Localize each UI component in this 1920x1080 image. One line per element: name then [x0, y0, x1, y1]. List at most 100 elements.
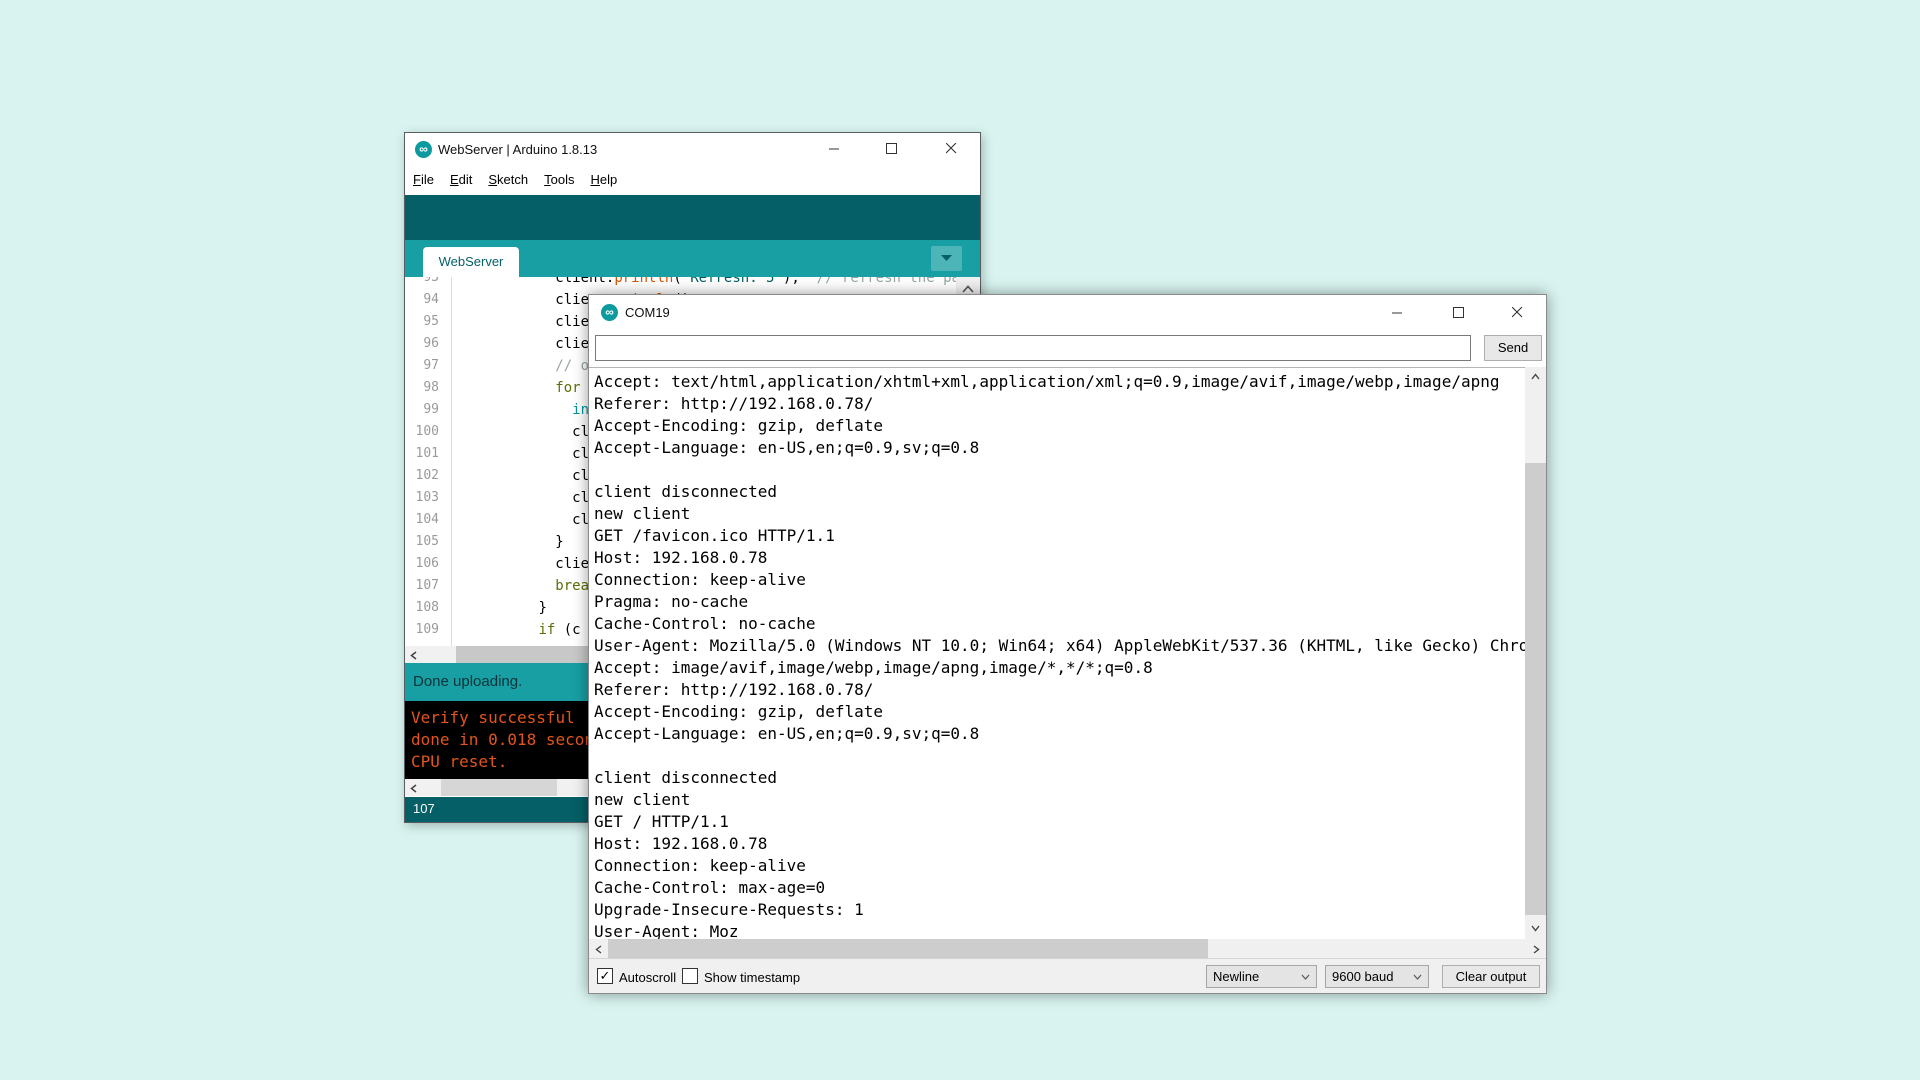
serial-hscroll-left-button[interactable]	[589, 939, 608, 958]
serial-line	[594, 459, 1546, 481]
serial-line: Host: 192.168.0.78	[594, 833, 1546, 855]
serial-controls-bar: Autoscroll Show timestamp Newline 9600 b…	[589, 958, 1546, 993]
chevron-up-icon	[1531, 373, 1540, 380]
serial-hscroll-right-button[interactable]	[1527, 939, 1546, 958]
arduino-logo-icon: ∞	[601, 304, 618, 321]
serial-line: Accept: image/avif,image/webp,image/apng…	[594, 657, 1546, 679]
serial-vscroll-down-button[interactable]	[1525, 919, 1546, 939]
line-number: 108	[405, 597, 445, 619]
close-button[interactable]	[1495, 297, 1540, 329]
chevron-left-icon	[595, 945, 602, 954]
clear-output-button[interactable]: Clear output	[1442, 965, 1540, 988]
chevron-down-icon	[940, 254, 953, 262]
arduino-titlebar[interactable]: ∞ WebServer | Arduino 1.8.13	[405, 133, 980, 167]
maximize-button[interactable]	[1436, 297, 1481, 329]
toolbar	[405, 195, 980, 240]
code-text: break;	[445, 575, 606, 597]
serial-line: Accept-Language: en-US,en;q=0.9,sv;q=0.8	[594, 723, 1546, 745]
baud-rate-select[interactable]: 9600 baud	[1325, 965, 1429, 988]
serial-line: User-Agent: Moz	[594, 921, 1546, 939]
serial-line: Referer: http://192.168.0.78/	[594, 393, 1546, 415]
serial-send-input[interactable]	[595, 335, 1471, 361]
serial-line: GET /favicon.ico HTTP/1.1	[594, 525, 1546, 547]
serial-window-title: COM19	[625, 305, 670, 320]
line-number: 96	[405, 333, 445, 355]
line-number: 98	[405, 377, 445, 399]
line-number: 93	[405, 277, 445, 289]
serial-line: Host: 192.168.0.78	[594, 547, 1546, 569]
show-timestamp-checkbox[interactable]	[682, 968, 698, 984]
chevron-up-icon	[962, 285, 974, 293]
menu-sketch[interactable]: Sketch	[488, 167, 528, 193]
minimize-button[interactable]	[812, 133, 857, 165]
menu-help[interactable]: Help	[590, 167, 617, 193]
line-number: 109	[405, 619, 445, 641]
line-number: 106	[405, 553, 445, 575]
serial-vscrollbar[interactable]	[1525, 367, 1546, 939]
chevron-left-icon	[410, 784, 417, 793]
close-button[interactable]	[929, 133, 974, 165]
line-number: 107	[405, 575, 445, 597]
serial-vscroll-up-button[interactable]	[1525, 367, 1546, 387]
line-ending-value: Newline	[1213, 969, 1259, 984]
chevron-down-icon	[1413, 974, 1422, 980]
menubar: File Edit Sketch Tools Help	[405, 167, 980, 195]
line-ending-select[interactable]: Newline	[1206, 965, 1317, 988]
chevron-down-icon	[1531, 925, 1540, 932]
menu-file[interactable]: File	[413, 167, 434, 193]
code-text: client.println("Refresh: 5"); // refresh…	[445, 277, 980, 289]
line-number: 99	[405, 399, 445, 421]
send-button[interactable]: Send	[1484, 335, 1542, 361]
menu-tools[interactable]: Tools	[544, 167, 574, 193]
current-line-indicator: 107	[413, 801, 435, 816]
serial-line: GET / HTTP/1.1	[594, 811, 1546, 833]
autoscroll-label: Autoscroll	[619, 970, 676, 985]
minimize-button[interactable]	[1375, 297, 1420, 329]
serial-line: Referer: http://192.168.0.78/	[594, 679, 1546, 701]
serial-line	[594, 745, 1546, 767]
chevron-right-icon	[1533, 945, 1540, 954]
status-message: Done uploading.	[413, 673, 522, 690]
serial-line: client disconnected	[594, 767, 1546, 789]
serial-line: client disconnected	[594, 481, 1546, 503]
serial-line: Accept: text/html,application/xhtml+xml,…	[594, 371, 1546, 393]
serial-line: Accept-Encoding: gzip, deflate	[594, 701, 1546, 723]
serial-line: Connection: keep-alive	[594, 569, 1546, 591]
maximize-button[interactable]	[869, 133, 914, 165]
serial-titlebar[interactable]: ∞ COM19	[589, 295, 1546, 331]
arduino-logo-icon: ∞	[415, 141, 432, 158]
serial-line: new client	[594, 503, 1546, 525]
line-number: 102	[405, 465, 445, 487]
tab-list-dropdown-button[interactable]	[931, 246, 962, 271]
serial-hscroll-thumb[interactable]	[608, 939, 1208, 958]
serial-vscroll-thumb[interactable]	[1525, 463, 1546, 915]
chevron-down-icon	[1301, 974, 1310, 980]
serial-line: Cache-Control: max-age=0	[594, 877, 1546, 899]
code-line: 93 client.println("Refresh: 5"); // refr…	[405, 277, 980, 289]
autoscroll-checkbox[interactable]	[597, 968, 613, 984]
console-hscroll-left-button[interactable]	[405, 779, 422, 796]
editor-hscroll-left-button[interactable]	[405, 646, 422, 663]
tab-websserver-sketch[interactable]: WebServer	[423, 247, 519, 277]
serial-line: Pragma: no-cache	[594, 591, 1546, 613]
line-number: 103	[405, 487, 445, 509]
arduino-window-title: WebServer | Arduino 1.8.13	[438, 142, 597, 157]
code-text: }	[445, 597, 547, 619]
serial-line: Upgrade-Insecure-Requests: 1	[594, 899, 1546, 921]
line-number: 105	[405, 531, 445, 553]
serial-hscrollbar[interactable]	[589, 939, 1546, 958]
serial-line: Accept-Language: en-US,en;q=0.9,sv;q=0.8	[594, 437, 1546, 459]
line-number: 100	[405, 421, 445, 443]
serial-line: new client	[594, 789, 1546, 811]
serial-line: Connection: keep-alive	[594, 855, 1546, 877]
line-number: 95	[405, 311, 445, 333]
line-number: 104	[405, 509, 445, 531]
chevron-left-icon	[410, 651, 417, 660]
serial-line: User-Agent: Mozilla/5.0 (Windows NT 10.0…	[594, 635, 1546, 657]
menu-edit[interactable]: Edit	[450, 167, 472, 193]
console-hscroll-thumb[interactable]	[441, 779, 557, 796]
gutter-divider	[451, 277, 452, 646]
serial-line: Accept-Encoding: gzip, deflate	[594, 415, 1546, 437]
serial-output-area[interactable]: Accept: text/html,application/xhtml+xml,…	[589, 367, 1546, 939]
serial-line: Cache-Control: no-cache	[594, 613, 1546, 635]
